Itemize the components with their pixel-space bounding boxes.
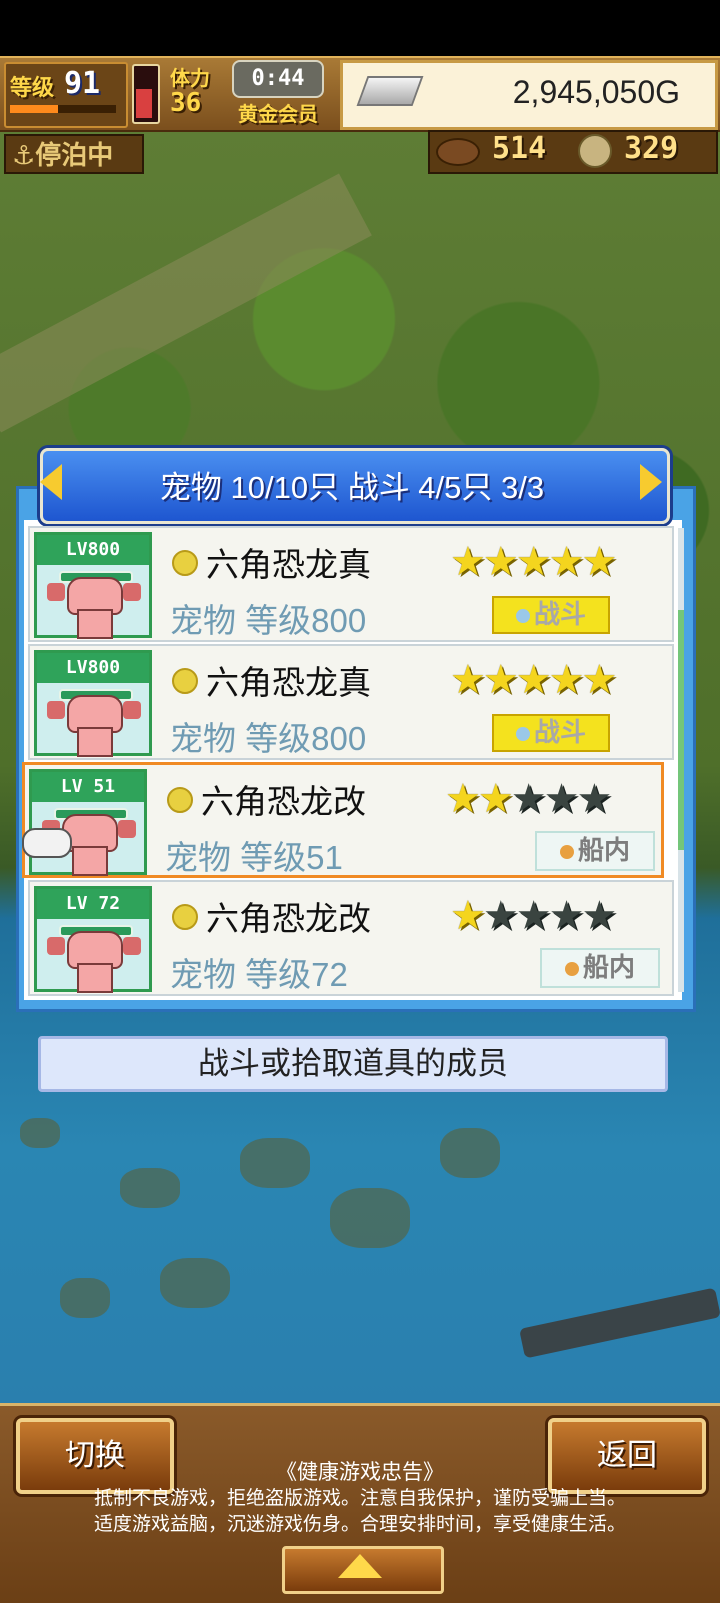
- pet-level-tag: LV800: [37, 535, 149, 565]
- pet-row[interactable]: LV800 六角恐龙真 宠物 等级800 ★★★★★ 战斗: [28, 644, 674, 760]
- pet-level-text: 宠物 等级800: [170, 602, 367, 639]
- star-filled-icon: ★★: [445, 776, 514, 822]
- level-exp-fill: [10, 105, 58, 113]
- dialog-caption: 战斗或拾取道具的成员: [38, 1036, 668, 1092]
- magnifier-icon: [559, 844, 574, 859]
- dialog-title: 宠物 10/10只 战斗 4/5只 3/3: [159, 470, 545, 505]
- star-empty-icon: ★★★★: [482, 893, 617, 939]
- rock: [20, 1118, 60, 1148]
- membership-label[interactable]: 黄金会员: [238, 98, 318, 127]
- health-notice-line: 适度游戏益脑，沉迷游戏伤身。合理安排时间，享受健康生活。: [93, 1514, 626, 1535]
- magnifier-icon: [564, 961, 579, 976]
- ship-badge[interactable]: 船内: [535, 831, 655, 871]
- axolotl-body: [72, 846, 108, 876]
- level-label: 等级: [10, 76, 55, 101]
- axolotl-body: [77, 727, 113, 757]
- pet-name: 六角恐龙真: [206, 664, 371, 701]
- pet-type-icon: [172, 904, 198, 930]
- pet-gill: [118, 820, 136, 838]
- pet-thumbnail: LV 72: [34, 886, 152, 993]
- health-notice-line: 抵制不良游戏，拒绝盗版游戏。注意自我保护，谨防受骗上当。: [93, 1488, 626, 1509]
- road: [0, 173, 372, 433]
- pet-type-icon: [167, 787, 193, 813]
- stamina-value: 36: [170, 88, 202, 118]
- pet-thumbnail: LV800: [34, 650, 152, 757]
- pet-level-tag: LV 72: [37, 889, 149, 919]
- pet-type-icon: [172, 668, 198, 694]
- pet-level-tag: LV 51: [32, 772, 144, 802]
- pet-gill: [47, 701, 65, 719]
- pet-gill: [47, 937, 65, 955]
- silver-bar-icon: [356, 76, 424, 106]
- pet-name: 六角恐龙改: [206, 900, 371, 937]
- rock: [330, 1188, 410, 1248]
- pet-level-tag: LV800: [37, 653, 149, 683]
- pet-row[interactable]: LV800 六角恐龙真 宠物 等级800 ★★★★★ 战斗: [28, 526, 674, 642]
- pet-type-icon: [172, 550, 198, 576]
- rock: [60, 1278, 110, 1318]
- pet-level-text: 宠物 等级72: [170, 956, 348, 993]
- ship-badge-label: 船内: [582, 953, 635, 983]
- battle-badge-label: 战斗: [533, 600, 586, 630]
- health-notice-title: 《健康游戏忠告》: [276, 1461, 444, 1484]
- pet-gill: [123, 583, 141, 601]
- ship-badge-label: 船内: [577, 836, 630, 866]
- pet-gill: [123, 701, 141, 719]
- hand-pointer-icon: [22, 828, 72, 858]
- star-filled-icon: ★★★★★: [450, 539, 617, 585]
- food-count: 514: [492, 131, 547, 166]
- battle-badge[interactable]: 战斗: [492, 714, 610, 752]
- ship-badge[interactable]: 船内: [540, 948, 660, 988]
- star-filled-icon: ★★★★★: [450, 657, 617, 703]
- pet-level-text: 宠物 等级800: [170, 720, 367, 757]
- axolotl-body: [77, 609, 113, 639]
- stamina-label: 体力: [170, 66, 210, 90]
- pet-gill: [123, 937, 141, 955]
- chevron-right-icon[interactable]: [640, 464, 662, 500]
- pet-name: 六角恐龙改: [201, 783, 366, 820]
- rock: [240, 1138, 310, 1188]
- gold-amount: 2,945,050G: [512, 74, 680, 110]
- pet-rarity-stars: ★★★★★: [450, 539, 617, 585]
- pet-thumbnail: LV 51: [29, 769, 147, 876]
- pet-thumbnail: LV800: [34, 532, 152, 639]
- coin-icon: [578, 134, 612, 168]
- pet-rarity-stars: ★★★★★: [445, 776, 613, 822]
- cannon-barrel: [519, 1287, 720, 1359]
- docked-status: ⚓停泊中: [4, 134, 144, 174]
- timer: 0:44: [232, 60, 324, 98]
- pet-rarity-stars: ★★★★★: [450, 657, 617, 703]
- health-notice: 《健康游戏忠告》 抵制不良游戏，拒绝盗版游戏。注意自我保护，谨防受骗上当。 适度…: [60, 1460, 660, 1538]
- food-icon: [436, 138, 480, 166]
- coin-count: 329: [624, 131, 679, 166]
- hp-gauge-fill: [136, 89, 152, 118]
- pet-gill: [47, 583, 65, 601]
- star-empty-icon: ★★★: [510, 776, 613, 822]
- axolotl-body: [77, 963, 113, 993]
- rock: [160, 1258, 230, 1308]
- battle-badge-label: 战斗: [533, 718, 586, 748]
- sword-icon: [515, 726, 530, 741]
- up-arrow-icon: [338, 1554, 382, 1578]
- rock: [120, 1168, 180, 1208]
- sword-icon: [515, 608, 530, 623]
- pet-level-text: 宠物 等级51: [165, 839, 343, 876]
- pet-rarity-stars: ★★★★★: [450, 893, 617, 939]
- pet-row[interactable]: LV 51 六角恐龙改 宠物 等级51 ★★★★★ 船内: [22, 762, 664, 878]
- pet-row[interactable]: LV 72 六角恐龙改 宠物 等级72 ★★★★★ 船内: [28, 880, 674, 996]
- level-value: 91: [64, 66, 101, 101]
- pet-name: 六角恐龙真: [206, 546, 371, 583]
- star-filled-icon: ★: [450, 893, 486, 939]
- battle-badge[interactable]: 战斗: [492, 596, 610, 634]
- chevron-left-icon[interactable]: [40, 464, 62, 500]
- rock: [440, 1128, 500, 1178]
- list-scrollbar-thumb[interactable]: [678, 610, 684, 850]
